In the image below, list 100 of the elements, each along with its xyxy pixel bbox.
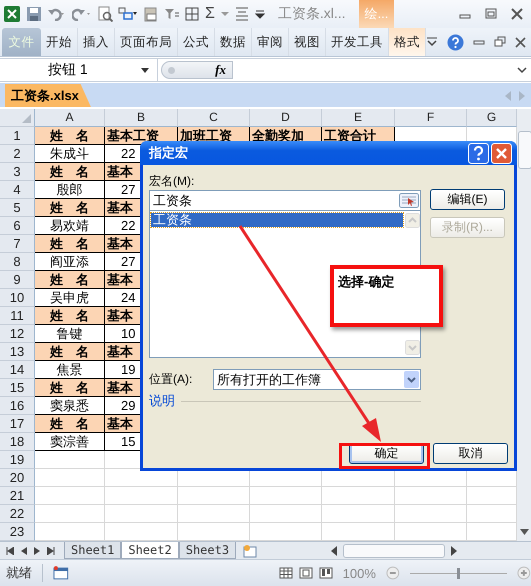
column-header[interactable]: C <box>178 109 250 127</box>
ribbon-tab[interactable]: 数据 <box>215 28 252 56</box>
row-number[interactable]: 13 <box>0 343 35 361</box>
layout-icon[interactable] <box>118 6 138 22</box>
excel-logo-icon <box>3 5 21 23</box>
maximize-icon[interactable] <box>485 8 497 20</box>
align-icon[interactable] <box>234 6 250 22</box>
annotation-text: 选择-确定 <box>338 274 394 289</box>
table-cell: 姓 名 <box>35 379 105 397</box>
row-number[interactable]: 14 <box>0 361 35 379</box>
row-number[interactable]: 1 <box>0 127 35 145</box>
column-header[interactable]: E <box>322 109 395 127</box>
scrollbar-thumb[interactable] <box>518 131 531 169</box>
print-preview-icon[interactable] <box>97 6 113 22</box>
empty-cell <box>395 487 467 505</box>
sheet-tab[interactable]: Sheet2 <box>121 542 179 559</box>
customize-caret-icon[interactable] <box>254 8 265 20</box>
splitter-handle[interactable] <box>168 66 175 74</box>
last-sheet-icon[interactable] <box>47 546 55 554</box>
ribbon-collapse-icon[interactable] <box>426 37 438 47</box>
page-break-icon[interactable] <box>318 567 333 579</box>
first-sheet-icon[interactable] <box>6 546 14 554</box>
help-icon[interactable] <box>447 34 464 50</box>
dropdown-caret-icon[interactable] <box>141 68 149 72</box>
row-number[interactable]: 8 <box>0 253 35 271</box>
ribbon-tab[interactable]: 格式 <box>389 28 426 56</box>
row-number[interactable]: 7 <box>0 235 35 253</box>
table-cell: 姓 名 <box>35 271 105 289</box>
row-number[interactable]: 23 <box>0 523 35 541</box>
row-number[interactable]: 9 <box>0 271 35 289</box>
dialog-button[interactable]: 编辑(E) <box>430 189 505 210</box>
sheet-tab[interactable]: Sheet1 <box>64 542 122 559</box>
table-cell: 姓 名 <box>35 415 105 433</box>
borders-icon[interactable] <box>185 7 199 21</box>
ribbon-tab[interactable]: 插入 <box>78 28 115 56</box>
sum-icon[interactable]: Σ <box>204 5 216 23</box>
row-number[interactable]: 16 <box>0 397 35 415</box>
close-icon[interactable] <box>511 8 523 20</box>
table-cell: 姓 名 <box>35 343 105 361</box>
name-box[interactable]: 按钮 1 <box>0 59 158 81</box>
undo-icon[interactable] <box>47 7 67 21</box>
column-header[interactable]: D <box>250 109 322 127</box>
cancel-button[interactable]: 取消 <box>433 443 508 464</box>
ribbon-tab[interactable]: 公式 <box>178 28 215 56</box>
ribbon-tab[interactable]: 开始 <box>41 28 78 56</box>
column-header[interactable]: A <box>35 109 105 127</box>
macro-list-item[interactable]: 工资条 <box>151 213 403 227</box>
row-number[interactable]: 20 <box>0 469 35 487</box>
expand-caret-icon[interactable] <box>517 66 527 74</box>
record-macro-icon[interactable] <box>53 566 69 580</box>
redo-icon[interactable] <box>72 7 92 21</box>
insert-function-button[interactable]: fx <box>215 62 226 78</box>
sheet-tab[interactable]: Sheet3 <box>178 542 236 559</box>
next-sheet-icon[interactable] <box>34 546 40 554</box>
close-icon[interactable] <box>515 36 526 48</box>
workbook-tab[interactable]: 工资条.xlsx <box>5 84 91 107</box>
row-number[interactable]: 15 <box>0 379 35 397</box>
row-number[interactable]: 11 <box>0 307 35 325</box>
row-number[interactable]: 17 <box>0 415 35 433</box>
row-number[interactable]: 21 <box>0 487 35 505</box>
filter-icon[interactable] <box>164 7 180 21</box>
row-number[interactable]: 22 <box>0 505 35 523</box>
location-dropdown[interactable]: 所有打开的工作簿 <box>213 369 421 390</box>
status-text: 就绪 <box>6 564 43 582</box>
ribbon-tab[interactable]: 页面布局 <box>115 28 178 56</box>
column-header[interactable]: B <box>105 109 178 127</box>
row-number[interactable]: 3 <box>0 163 35 181</box>
row-number[interactable]: 4 <box>0 181 35 199</box>
row-number[interactable]: 5 <box>0 199 35 217</box>
paste-values-icon[interactable] <box>143 6 159 22</box>
ribbon-tab[interactable]: 审阅 <box>252 28 289 56</box>
row-number[interactable]: 2 <box>0 145 35 163</box>
scroll-right-icon[interactable] <box>451 546 457 556</box>
scroll-down-icon[interactable] <box>520 529 528 535</box>
column-header[interactable]: G <box>467 109 517 127</box>
column-header[interactable]: F <box>395 109 467 127</box>
help-icon[interactable] <box>468 142 489 164</box>
macro-name-field[interactable]: 工资条 <box>149 190 421 211</box>
empty-cell <box>395 505 467 523</box>
scrollbar-thumb[interactable] <box>343 544 445 558</box>
row-number[interactable]: 10 <box>0 289 35 307</box>
row-number[interactable]: 19 <box>0 451 35 469</box>
save-icon[interactable] <box>26 6 42 22</box>
window-title: 工资条.xl... <box>278 5 346 23</box>
zoom-slider-thumb[interactable] <box>457 568 460 578</box>
collapse-dialog-icon[interactable] <box>399 193 419 208</box>
new-sheet-icon[interactable] <box>242 544 258 558</box>
page-layout-icon[interactable] <box>298 567 313 579</box>
row-number[interactable]: 18 <box>0 433 35 451</box>
row-number[interactable]: 12 <box>0 325 35 343</box>
empty-cell <box>250 487 322 505</box>
scroll-left-icon[interactable] <box>331 546 337 556</box>
table-cell: 姓 名 <box>35 199 105 217</box>
vertical-scrollbar[interactable] <box>517 109 531 541</box>
caret-icon[interactable] <box>220 11 229 17</box>
normal-view-icon[interactable] <box>278 567 293 579</box>
row-number[interactable]: 6 <box>0 217 35 235</box>
ribbon-tab[interactable]: 视图 <box>289 28 326 56</box>
previous-sheet-icon[interactable] <box>21 546 27 554</box>
restore-icon[interactable] <box>494 36 506 48</box>
